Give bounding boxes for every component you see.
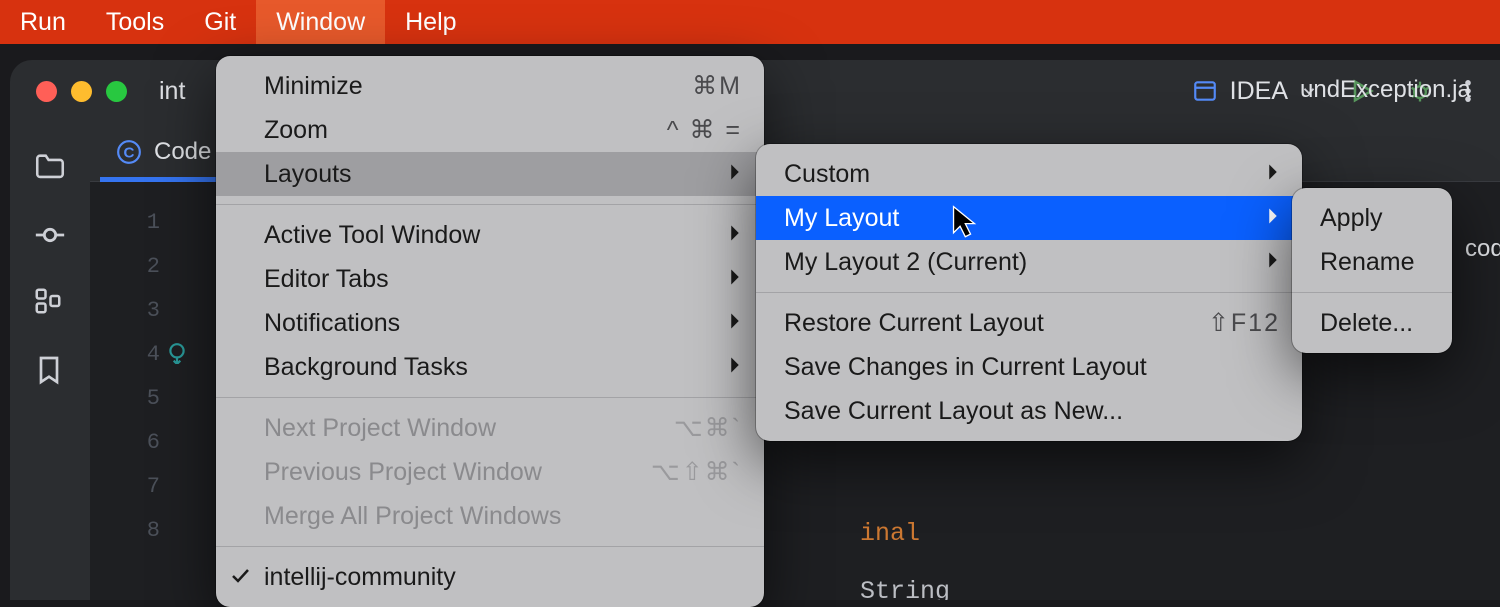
type-string: String — [860, 577, 950, 600]
menu-item-active-tool-window[interactable]: Active Tool Window — [216, 213, 764, 257]
action-apply[interactable]: Apply — [1292, 196, 1452, 240]
menu-item-label: Apply — [1320, 204, 1383, 233]
menu-item-label: Save Changes in Current Layout — [784, 353, 1147, 382]
folder-icon[interactable] — [33, 150, 67, 184]
gutter-line-number: 4 — [90, 342, 160, 367]
menu-item-next-project-window[interactable]: Next Project Window ⌥⌘` — [216, 406, 764, 450]
menu-item-label: Active Tool Window — [264, 221, 480, 250]
menu-item-merge-project-windows[interactable]: Merge All Project Windows — [216, 494, 764, 538]
gutter-line-number: 3 — [90, 298, 160, 323]
project-name: int — [159, 77, 185, 106]
menu-item-label: Merge All Project Windows — [264, 502, 561, 531]
menu-shortcut: ⌥⌘` — [674, 413, 742, 443]
menu-shortcut: ^ ⌘ = — [667, 115, 742, 145]
menu-run[interactable]: Run — [0, 0, 86, 44]
kw-final: inal — [860, 519, 920, 548]
chevron-right-icon — [1266, 248, 1280, 277]
menu-separator — [216, 397, 764, 398]
gutter-line-number: 8 — [90, 518, 160, 543]
window-icon — [1192, 78, 1218, 104]
zoom-button[interactable] — [106, 81, 127, 102]
gutter-line-number: 7 — [90, 474, 160, 499]
menu-item-label: Minimize — [264, 72, 363, 101]
check-icon — [230, 563, 250, 592]
menu-window[interactable]: Window — [256, 0, 385, 44]
menu-shortcut: ⌥⇧⌘` — [651, 457, 742, 487]
menu-item-label: My Layout 2 (Current) — [784, 248, 1027, 277]
chevron-right-icon — [728, 160, 742, 189]
menu-help[interactable]: Help — [385, 0, 476, 44]
menu-item-label: Restore Current Layout — [784, 309, 1044, 338]
run-config-label: IDEA — [1230, 77, 1288, 106]
svg-text:C: C — [124, 144, 135, 161]
chevron-right-icon — [728, 353, 742, 382]
menu-item-project[interactable]: intellij-community — [216, 555, 764, 599]
menu-separator — [756, 292, 1302, 293]
window-menu: Minimize ⌘M Zoom ^ ⌘ = Layouts Active To… — [216, 56, 764, 607]
background-tab-fragment: undException.ja — [1300, 76, 1471, 104]
chevron-right-icon — [1266, 204, 1280, 233]
traffic-lights — [36, 81, 127, 102]
submenu-item-my-layout-2[interactable]: My Layout 2 (Current) — [756, 240, 1302, 284]
menu-item-label: Save Current Layout as New... — [784, 397, 1123, 426]
macos-menubar: Run Tools Git Window Help — [0, 0, 1500, 44]
editor-tab-active[interactable]: C Code — [100, 122, 227, 181]
left-tool-rail — [10, 122, 90, 600]
code-line: inal String componentId , final String m… — [770, 490, 1025, 600]
menu-item-prev-project-window[interactable]: Previous Project Window ⌥⇧⌘` — [216, 450, 764, 494]
gutter-line-number: 5 — [90, 386, 160, 411]
structure-icon[interactable] — [33, 286, 67, 320]
override-icon[interactable] — [166, 342, 188, 364]
menu-shortcut: ⇧F12 — [1208, 308, 1280, 338]
menu-item-label: Zoom — [264, 116, 328, 145]
menu-item-label: Editor Tabs — [264, 265, 389, 294]
chevron-right-icon — [728, 265, 742, 294]
menu-item-minimize[interactable]: Minimize ⌘M — [216, 64, 764, 108]
action-rename[interactable]: Rename — [1292, 240, 1452, 284]
chevron-right-icon — [1266, 160, 1280, 189]
menu-item-label: Layouts — [264, 160, 352, 189]
menu-item-label: Delete... — [1320, 309, 1413, 338]
commit-icon[interactable] — [33, 218, 67, 252]
submenu-item-save-changes[interactable]: Save Changes in Current Layout — [756, 345, 1302, 389]
menu-item-label: Notifications — [264, 309, 400, 338]
submenu-item-my-layout[interactable]: My Layout — [756, 196, 1302, 240]
editor-tab-label: Code — [154, 138, 211, 166]
gutter-line-number: 6 — [90, 430, 160, 455]
menu-separator — [216, 204, 764, 205]
menu-item-label: Custom — [784, 160, 870, 189]
menu-git[interactable]: Git — [184, 0, 256, 44]
menu-item-label: My Layout — [784, 204, 899, 233]
code-fragment: code — [1465, 235, 1500, 263]
bookmark-icon[interactable] — [33, 354, 67, 388]
menu-item-layouts[interactable]: Layouts — [216, 152, 764, 196]
submenu-item-restore[interactable]: Restore Current Layout ⇧F12 — [756, 301, 1302, 345]
menu-item-label: intellij-community — [264, 563, 456, 592]
menu-item-zoom[interactable]: Zoom ^ ⌘ = — [216, 108, 764, 152]
minimize-button[interactable] — [71, 81, 92, 102]
menu-shortcut: ⌘M — [692, 71, 742, 101]
menu-separator — [1292, 292, 1452, 293]
gutter-line-number: 1 — [90, 210, 160, 235]
menu-item-editor-tabs[interactable]: Editor Tabs — [216, 257, 764, 301]
menu-item-label: Next Project Window — [264, 414, 496, 443]
layouts-submenu: Custom My Layout My Layout 2 (Current) R… — [756, 144, 1302, 441]
gutter-line-number: 2 — [90, 254, 160, 279]
menu-item-label: Background Tasks — [264, 353, 468, 382]
menu-item-background-tasks[interactable]: Background Tasks — [216, 345, 764, 389]
action-delete[interactable]: Delete... — [1292, 301, 1452, 345]
menu-item-label: Previous Project Window — [264, 458, 542, 487]
close-button[interactable] — [36, 81, 57, 102]
submenu-item-save-as-new[interactable]: Save Current Layout as New... — [756, 389, 1302, 433]
menu-tools[interactable]: Tools — [86, 0, 184, 44]
chevron-right-icon — [728, 309, 742, 338]
layout-action-submenu: Apply Rename Delete... — [1292, 188, 1452, 353]
menu-item-notifications[interactable]: Notifications — [216, 301, 764, 345]
menu-item-label: Rename — [1320, 248, 1415, 277]
submenu-item-custom[interactable]: Custom — [756, 152, 1302, 196]
chevron-right-icon — [728, 221, 742, 250]
class-icon: C — [116, 139, 142, 165]
menu-separator — [216, 546, 764, 547]
